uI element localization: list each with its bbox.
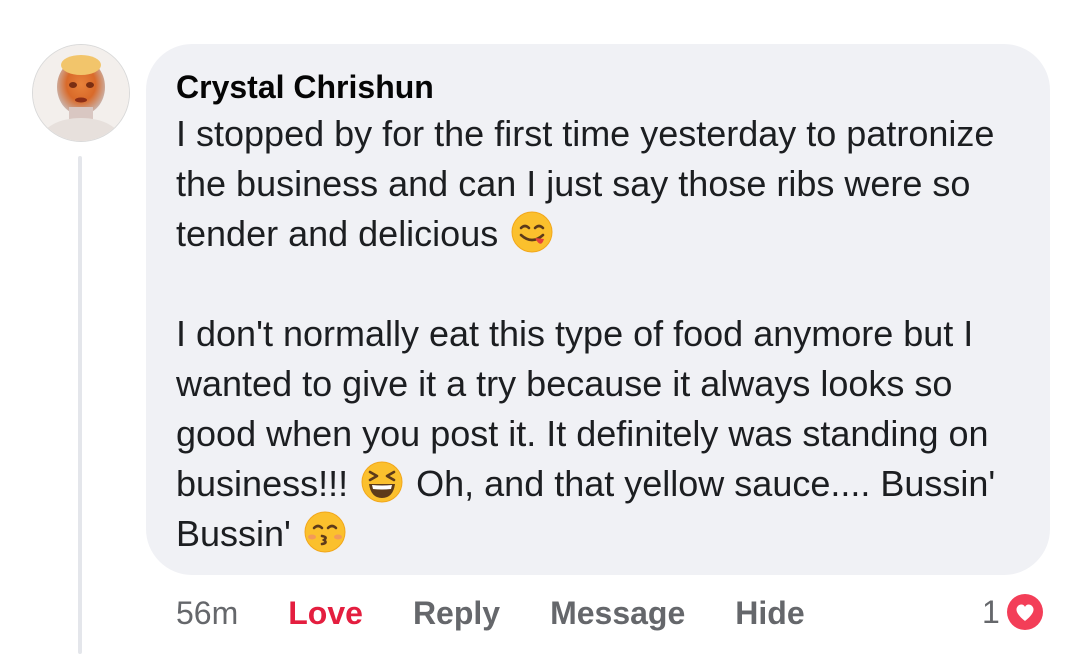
comment-actions: 56m Love Reply Message Hide [176,588,855,638]
comment-text: I stopped by for the first time yesterda… [176,113,995,254]
comment-container: Crystal Chrishun I stopped by for the fi… [0,0,1080,654]
reaction-count: 1 [982,593,1000,630]
reply-button[interactable]: Reply [413,595,500,632]
message-button[interactable]: Message [550,595,685,632]
heart-reaction-icon [1004,592,1045,632]
love-button[interactable]: Love [288,595,363,632]
kissing-smiling-eyes-emoji-icon [304,511,346,553]
comment-body: I stopped by for the first time yesterda… [176,109,1020,559]
reaction-summary[interactable]: 1 [982,590,1046,634]
comment-paragraph-1: I stopped by for the first time yesterda… [176,109,1020,259]
comment-author[interactable]: Crystal Chrishun [176,67,1020,109]
hide-button[interactable]: Hide [735,595,804,632]
avatar[interactable] [32,44,130,142]
comment-timestamp[interactable]: 56m [176,595,238,632]
savoring-food-emoji-icon [511,211,553,253]
comment-paragraph-2: I don't normally eat this type of food a… [176,309,1020,559]
grinning-squinting-emoji-icon [361,461,403,503]
profile-photo [33,45,129,141]
comment-bubble: Crystal Chrishun I stopped by for the fi… [146,44,1050,575]
thread-line [78,156,82,654]
